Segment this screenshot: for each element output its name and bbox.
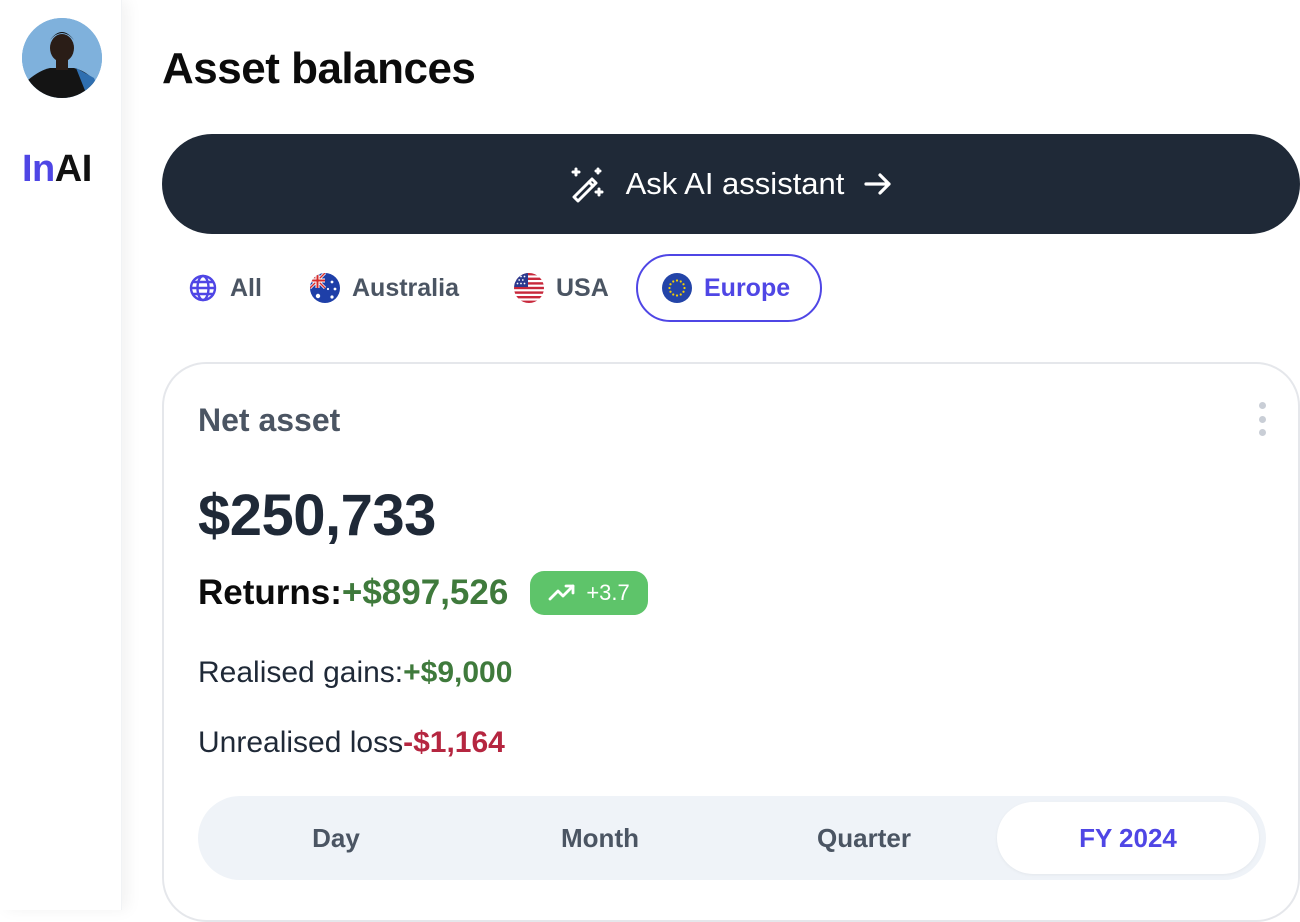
- main-content: Asset balances Ask AI assistant All Aust…: [162, 0, 1300, 922]
- returns-badge: +3.7: [530, 571, 648, 615]
- arrow-right-icon: [864, 173, 892, 195]
- tab-usa[interactable]: USA: [514, 254, 609, 322]
- avatar[interactable]: [22, 18, 102, 98]
- realised-gains-label: Realised gains:: [198, 656, 404, 689]
- page-title: Asset balances: [162, 44, 476, 93]
- ask-ai-assistant-button[interactable]: Ask AI assistant: [162, 134, 1300, 234]
- logo-prefix: In: [22, 148, 55, 190]
- tab-all-label: All: [230, 273, 262, 302]
- globe-icon: [188, 273, 218, 303]
- period-selector: Day Month Quarter FY 2024: [198, 796, 1266, 880]
- australia-flag-icon: [310, 273, 340, 303]
- period-day[interactable]: Day: [205, 802, 467, 874]
- logo-suffix: AI: [54, 148, 93, 190]
- ask-ai-assistant-label: Ask AI assistant: [625, 166, 845, 201]
- returns-label: Returns:: [198, 573, 342, 612]
- unrealised-loss-line: Unrealised loss-$1,164: [198, 726, 505, 760]
- returns-row: Returns: +$897,526 +3.7: [198, 570, 648, 616]
- tab-europe-label: Europe: [704, 273, 791, 302]
- period-month[interactable]: Month: [469, 802, 731, 874]
- tab-europe[interactable]: Europe: [636, 254, 822, 322]
- sidebar: InAI: [0, 0, 122, 910]
- logo[interactable]: InAI: [22, 150, 92, 188]
- tab-australia[interactable]: Australia: [310, 254, 459, 322]
- net-asset-card: Net asset $250,733 Returns: +$897,526 +3…: [162, 362, 1300, 922]
- region-tabs: All Australia USA Europe: [162, 254, 1300, 322]
- usa-flag-icon: [514, 273, 544, 303]
- unrealised-loss-label: Unrealised loss: [198, 726, 404, 759]
- card-title: Net asset: [198, 402, 341, 438]
- unrealised-loss-value: -$1,164: [403, 726, 505, 759]
- eu-flag-icon: [662, 273, 692, 303]
- period-quarter[interactable]: Quarter: [733, 802, 995, 874]
- tab-usa-label: USA: [556, 273, 609, 302]
- trending-up-icon: [548, 584, 575, 601]
- tab-australia-label: Australia: [352, 273, 459, 302]
- net-asset-value: $250,733: [198, 483, 436, 548]
- returns-value: +$897,526: [341, 573, 509, 612]
- realised-gains-value: +$9,000: [403, 656, 513, 689]
- more-options-icon[interactable]: [1256, 402, 1268, 436]
- magic-wand-icon: [571, 167, 604, 203]
- realised-gains-line: Realised gains:+$9,000: [198, 656, 512, 690]
- period-fy-2024[interactable]: FY 2024: [997, 802, 1259, 874]
- tab-all[interactable]: All: [188, 254, 262, 322]
- returns-badge-value: +3.7: [586, 580, 630, 605]
